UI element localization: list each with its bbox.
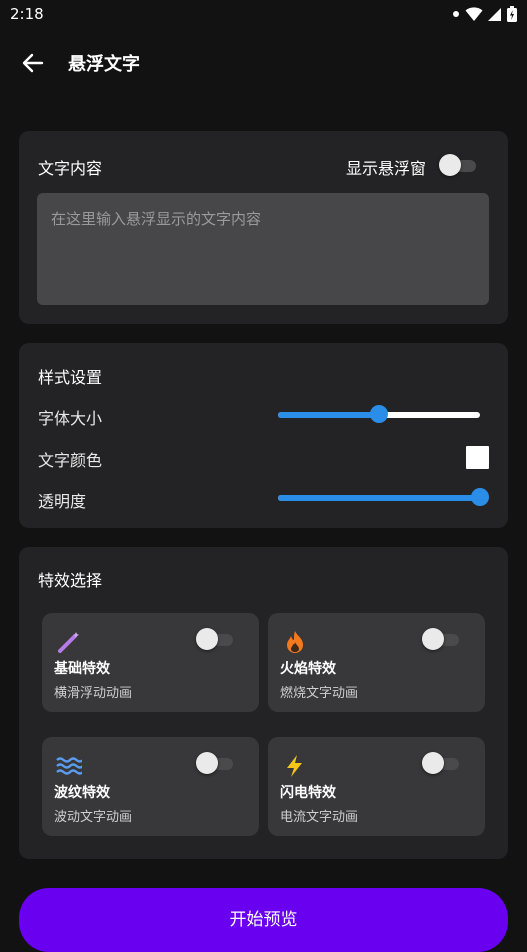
effect-basic-toggle[interactable]: [196, 628, 234, 652]
effect-fire-toggle[interactable]: [422, 628, 460, 652]
app-bar: 悬浮文字: [0, 40, 527, 84]
float-text-input[interactable]: [37, 193, 489, 305]
waves-icon: [56, 757, 82, 775]
effects-card: 特效选择 基础特效 横滑浮动动画 火焰特效 燃烧文字动画 波纹特效 波动文字动画…: [19, 547, 508, 859]
effect-card-fire[interactable]: 火焰特效 燃烧文字动画: [268, 613, 485, 712]
battery-icon: [507, 6, 517, 22]
status-icons: [452, 6, 517, 22]
effect-name: 基础特效: [54, 661, 110, 677]
text-color-label: 文字颜色: [38, 451, 103, 470]
effect-desc: 波动文字动画: [54, 810, 133, 825]
text-input-box: [37, 193, 489, 305]
cell-signal-icon: [488, 8, 501, 21]
text-content-card: 文字内容 显示悬浮窗: [19, 131, 508, 324]
effect-name: 火焰特效: [280, 661, 336, 677]
status-time: 2:18: [10, 5, 44, 23]
back-arrow-icon[interactable]: [20, 50, 46, 76]
page-title: 悬浮文字: [68, 54, 140, 75]
toggle-thumb: [196, 628, 218, 650]
effect-desc: 燃烧文字动画: [280, 686, 359, 701]
effects-title: 特效选择: [38, 571, 103, 590]
style-settings-card: 样式设置 字体大小 文字颜色 透明度: [19, 343, 508, 528]
slider-fill: [278, 495, 480, 501]
effect-card-basic[interactable]: 基础特效 横滑浮动动画: [42, 613, 259, 712]
toggle-thumb: [439, 154, 461, 176]
toggle-thumb: [422, 752, 444, 774]
effect-desc: 电流文字动画: [280, 810, 359, 825]
float-window-toggle[interactable]: [439, 154, 477, 178]
effect-desc: 横滑浮动动画: [54, 686, 133, 701]
magic-wand-icon: [58, 632, 79, 653]
font-size-label: 字体大小: [38, 409, 103, 428]
toggle-thumb: [196, 752, 218, 774]
effect-name: 闪电特效: [280, 785, 336, 801]
effect-lightning-toggle[interactable]: [422, 752, 460, 776]
effect-card-wave[interactable]: 波纹特效 波动文字动画: [42, 737, 259, 836]
float-window-label: 显示悬浮窗: [345, 159, 426, 178]
lightning-icon: [287, 755, 302, 777]
effect-wave-toggle[interactable]: [196, 752, 234, 776]
toggle-thumb: [422, 628, 444, 650]
effect-name: 波纹特效: [54, 785, 110, 801]
style-settings-title: 样式设置: [38, 368, 103, 387]
opacity-slider[interactable]: [278, 488, 489, 508]
signal-dot-icon: [453, 11, 459, 17]
text-content-title: 文字内容: [38, 159, 103, 178]
font-size-slider[interactable]: [278, 405, 480, 425]
slider-thumb[interactable]: [370, 405, 388, 423]
effect-card-lightning[interactable]: 闪电特效 电流文字动画: [268, 737, 485, 836]
status-bar: 2:18: [0, 0, 527, 30]
slider-fill: [278, 412, 379, 418]
wifi-icon: [465, 7, 483, 21]
slider-thumb[interactable]: [471, 488, 489, 506]
fire-icon: [287, 631, 303, 653]
start-preview-button[interactable]: 开始预览: [19, 888, 508, 952]
text-color-swatch[interactable]: [466, 446, 489, 469]
opacity-label: 透明度: [38, 492, 87, 511]
